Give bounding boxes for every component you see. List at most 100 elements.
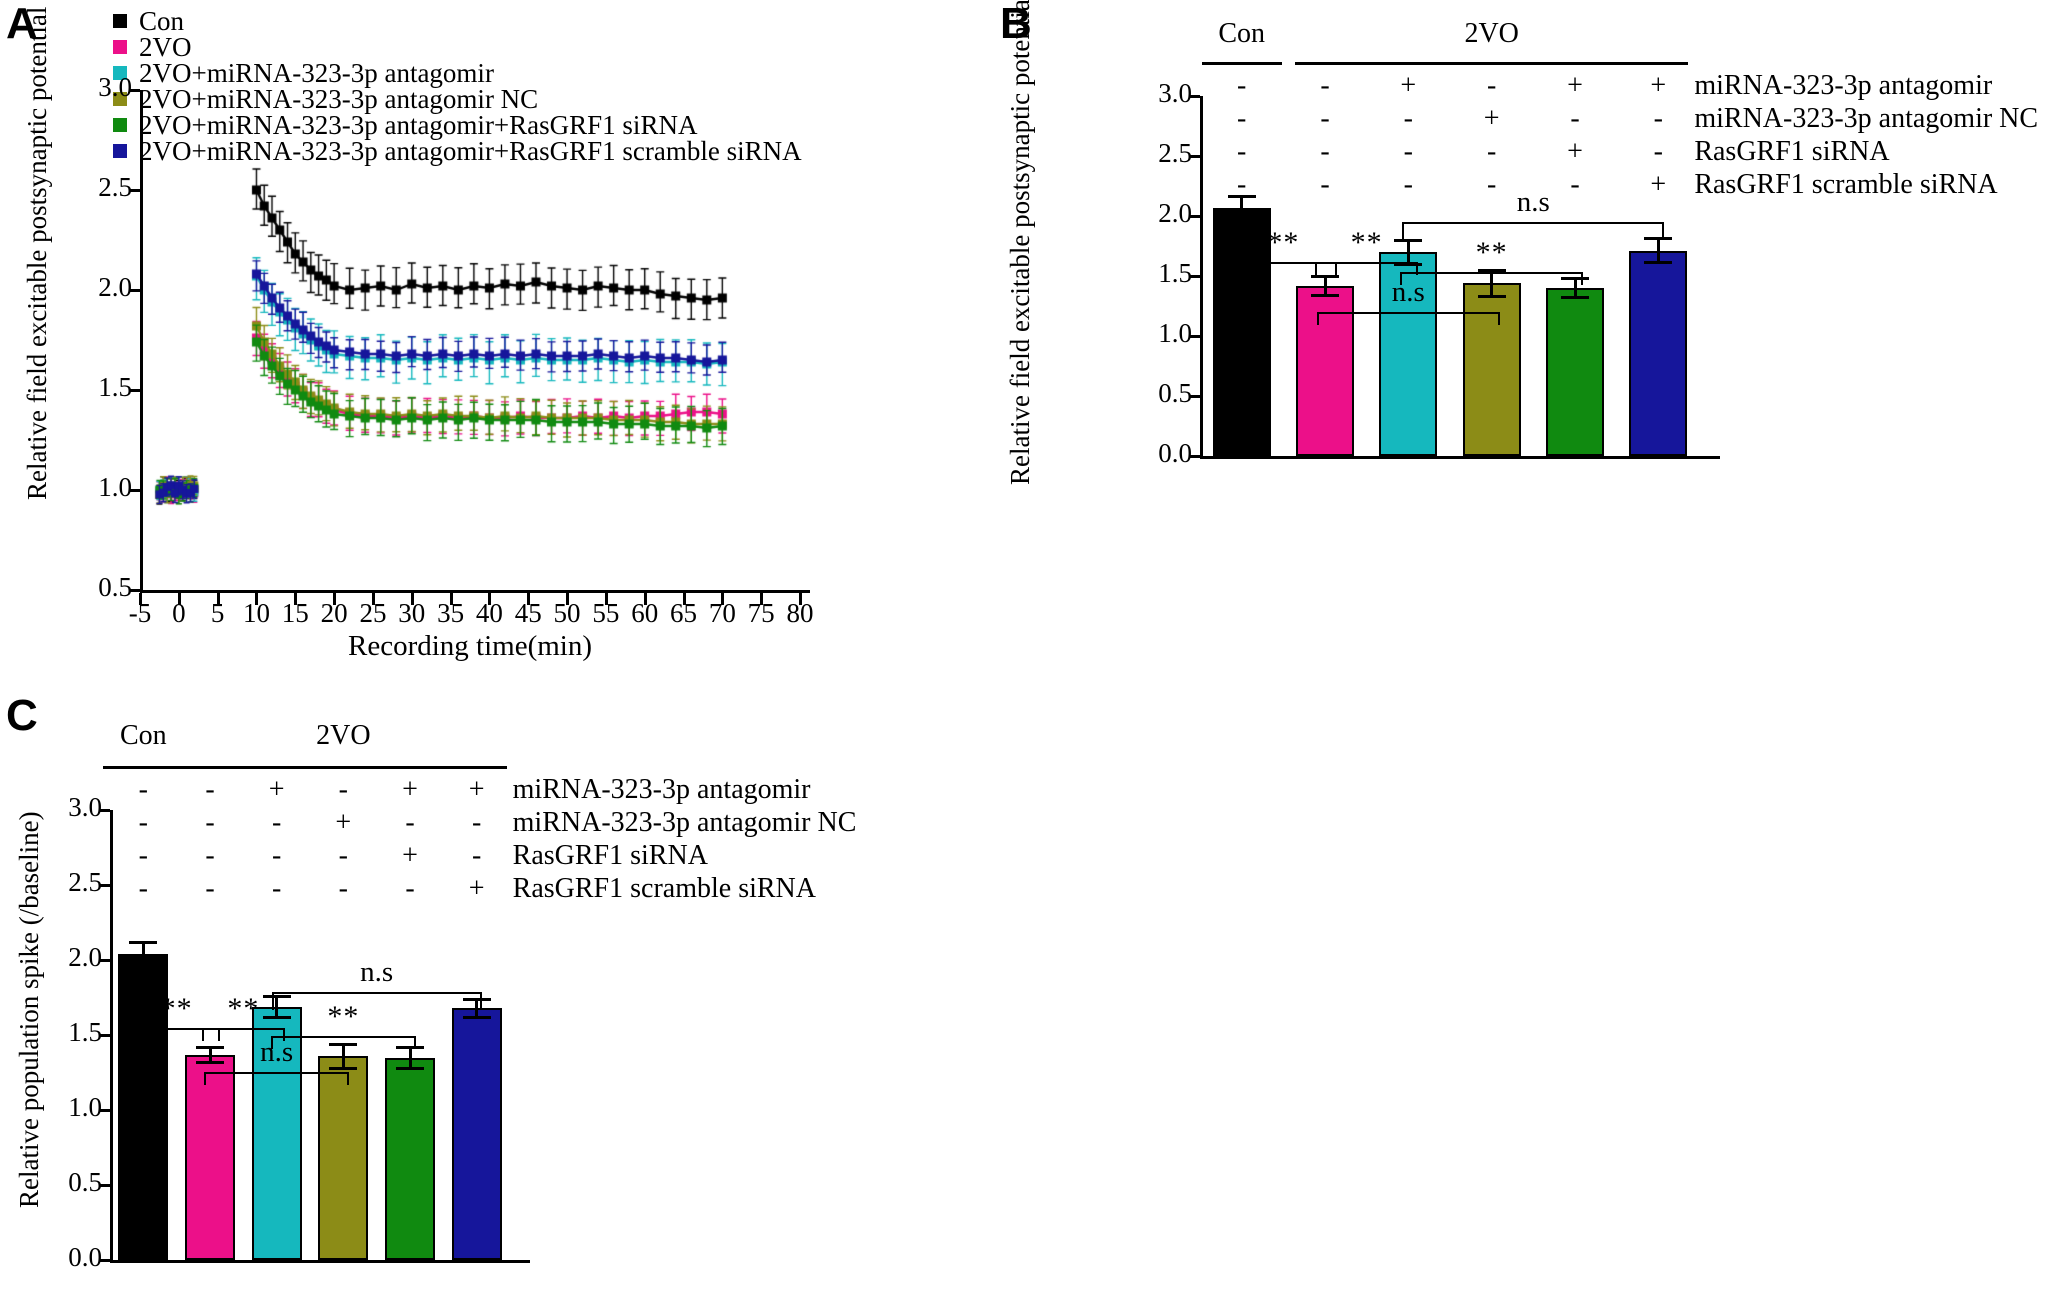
x-tick-mark bbox=[604, 593, 608, 605]
y-tick-mark bbox=[99, 959, 110, 962]
group-header-2vo: 2VO bbox=[316, 720, 371, 751]
bar[interactable] bbox=[385, 1057, 435, 1260]
y-tick-mark bbox=[99, 1259, 110, 1262]
bar[interactable] bbox=[1629, 250, 1688, 456]
error-bar-cap bbox=[129, 964, 158, 968]
significance-label: n.s bbox=[1391, 276, 1425, 308]
legend-label: Con bbox=[139, 6, 185, 36]
x-tick-mark bbox=[294, 593, 298, 605]
condition-symbol: - bbox=[1486, 70, 1497, 101]
y-tick-mark bbox=[99, 1034, 110, 1037]
error-bar bbox=[141, 942, 145, 966]
condition-row-label: RasGRF1 scramble siRNA bbox=[1694, 169, 1998, 200]
significance-bracket-tick bbox=[1229, 262, 1232, 275]
condition-symbol: - bbox=[338, 873, 348, 904]
x-tick-mark bbox=[760, 593, 764, 605]
x-tick-mark bbox=[566, 593, 570, 605]
error-bar bbox=[475, 999, 479, 1017]
x-tick-mark bbox=[682, 593, 686, 605]
panel-b-x-axis bbox=[1200, 456, 1720, 459]
panel-a-y-axis bbox=[140, 90, 143, 591]
condition-symbol: - bbox=[338, 840, 348, 871]
condition-symbol: + bbox=[1483, 103, 1500, 134]
bar[interactable] bbox=[1546, 288, 1604, 456]
y-tick-label: 1.0 bbox=[98, 472, 132, 502]
y-tick-label: 3.0 bbox=[98, 72, 132, 102]
y-tick-label: 2.5 bbox=[98, 172, 132, 202]
condition-row-label: RasGRF1 siRNA bbox=[512, 840, 708, 871]
error-bar-cap bbox=[1644, 261, 1673, 265]
condition-row-label: RasGRF1 siRNA bbox=[1694, 136, 1890, 167]
error-bar-cap bbox=[1561, 276, 1589, 280]
error-bar-cap bbox=[1227, 216, 1256, 220]
condition-symbol: + bbox=[1400, 70, 1417, 101]
error-bar bbox=[1323, 276, 1327, 296]
legend-item[interactable]: Con bbox=[113, 6, 802, 36]
legend-swatch-icon bbox=[113, 144, 127, 158]
significance-bracket-tick bbox=[1402, 222, 1405, 240]
bar[interactable] bbox=[451, 1008, 502, 1260]
x-tick-mark bbox=[643, 593, 647, 605]
x-tick-mark bbox=[255, 593, 259, 605]
y-tick-label: 1.5 bbox=[1158, 258, 1192, 288]
significance-bracket-tick bbox=[204, 1072, 206, 1085]
significance-bracket-tick bbox=[1317, 312, 1319, 325]
bar[interactable] bbox=[185, 1054, 235, 1260]
y-tick-label: 2.5 bbox=[68, 867, 102, 897]
condition-symbol: - bbox=[1403, 103, 1413, 134]
panel-a-x-axis bbox=[140, 590, 810, 593]
y-tick-mark bbox=[129, 289, 140, 292]
x-tick-mark bbox=[527, 593, 531, 605]
condition-symbol: - bbox=[471, 840, 482, 871]
significance-label: ** bbox=[1475, 236, 1508, 269]
bar[interactable] bbox=[318, 1056, 369, 1260]
bar[interactable] bbox=[1462, 283, 1521, 456]
y-tick-mark bbox=[99, 884, 110, 887]
condition-row-label: miRNA-323-3p antagomir NC bbox=[1694, 103, 2039, 134]
significance-bracket-tick bbox=[1662, 222, 1665, 240]
x-tick-mark bbox=[333, 593, 337, 605]
x-tick-mark bbox=[799, 593, 802, 605]
condition-symbol: - bbox=[1320, 103, 1330, 134]
condition-symbol: + bbox=[335, 807, 352, 838]
panel-a: A Con2VO2VO+miRNA-323-3p antagomir2VO+mi… bbox=[0, 0, 980, 662]
condition-symbol: + bbox=[402, 840, 418, 871]
y-tick-label: 2.0 bbox=[98, 272, 132, 302]
condition-symbol: + bbox=[402, 774, 418, 805]
significance-label: n.s bbox=[260, 1036, 294, 1068]
y-tick-label: 0.5 bbox=[1158, 378, 1192, 408]
condition-row-label: miRNA-323-3p antagomir NC bbox=[512, 807, 857, 838]
error-bar-cap bbox=[1644, 237, 1673, 241]
panel-a-xlabel: Recording time(min) bbox=[347, 630, 593, 662]
condition-row-label: miRNA-323-3p antagomir bbox=[512, 774, 811, 805]
y-tick-mark bbox=[1189, 275, 1200, 278]
panel-c: C Relative population spike (/baseline) … bbox=[0, 690, 1000, 1290]
panel-c-label: C bbox=[6, 691, 38, 740]
condition-symbol: - bbox=[1403, 136, 1413, 167]
panel-c-y-axis bbox=[110, 810, 113, 1261]
significance-label: n.s bbox=[360, 956, 394, 988]
x-tick-mark bbox=[177, 593, 181, 605]
condition-symbol: + bbox=[1650, 70, 1667, 101]
condition-symbol: - bbox=[471, 807, 482, 838]
y-tick-label: 1.5 bbox=[68, 1017, 102, 1047]
condition-symbol: - bbox=[138, 873, 148, 904]
condition-symbol: - bbox=[205, 840, 215, 871]
y-tick-label: 2.5 bbox=[1158, 138, 1192, 168]
condition-symbol: - bbox=[1570, 103, 1580, 134]
condition-symbol: - bbox=[1236, 103, 1247, 134]
legend-label: 2VO+miRNA-323-3p antagomir bbox=[139, 58, 494, 88]
significance-bracket bbox=[271, 992, 482, 994]
condition-symbol: - bbox=[138, 774, 148, 805]
condition-row-label: miRNA-323-3p antagomir bbox=[1694, 70, 1993, 101]
legend-item[interactable]: 2VO bbox=[113, 34, 802, 61]
y-tick-label: 0.0 bbox=[1158, 438, 1192, 468]
error-bar bbox=[408, 1047, 412, 1068]
error-bar-cap bbox=[462, 1015, 491, 1019]
y-tick-label: 3.0 bbox=[68, 792, 102, 822]
panel-b-ylabel: Relative field excitable postsynaptic po… bbox=[1005, 0, 1035, 485]
legend-item[interactable]: 2VO+miRNA-323-3p antagomir bbox=[113, 58, 802, 88]
legend-swatch-icon bbox=[113, 14, 127, 28]
y-tick-label: 0.5 bbox=[68, 1167, 102, 1197]
x-tick-mark bbox=[410, 593, 414, 605]
